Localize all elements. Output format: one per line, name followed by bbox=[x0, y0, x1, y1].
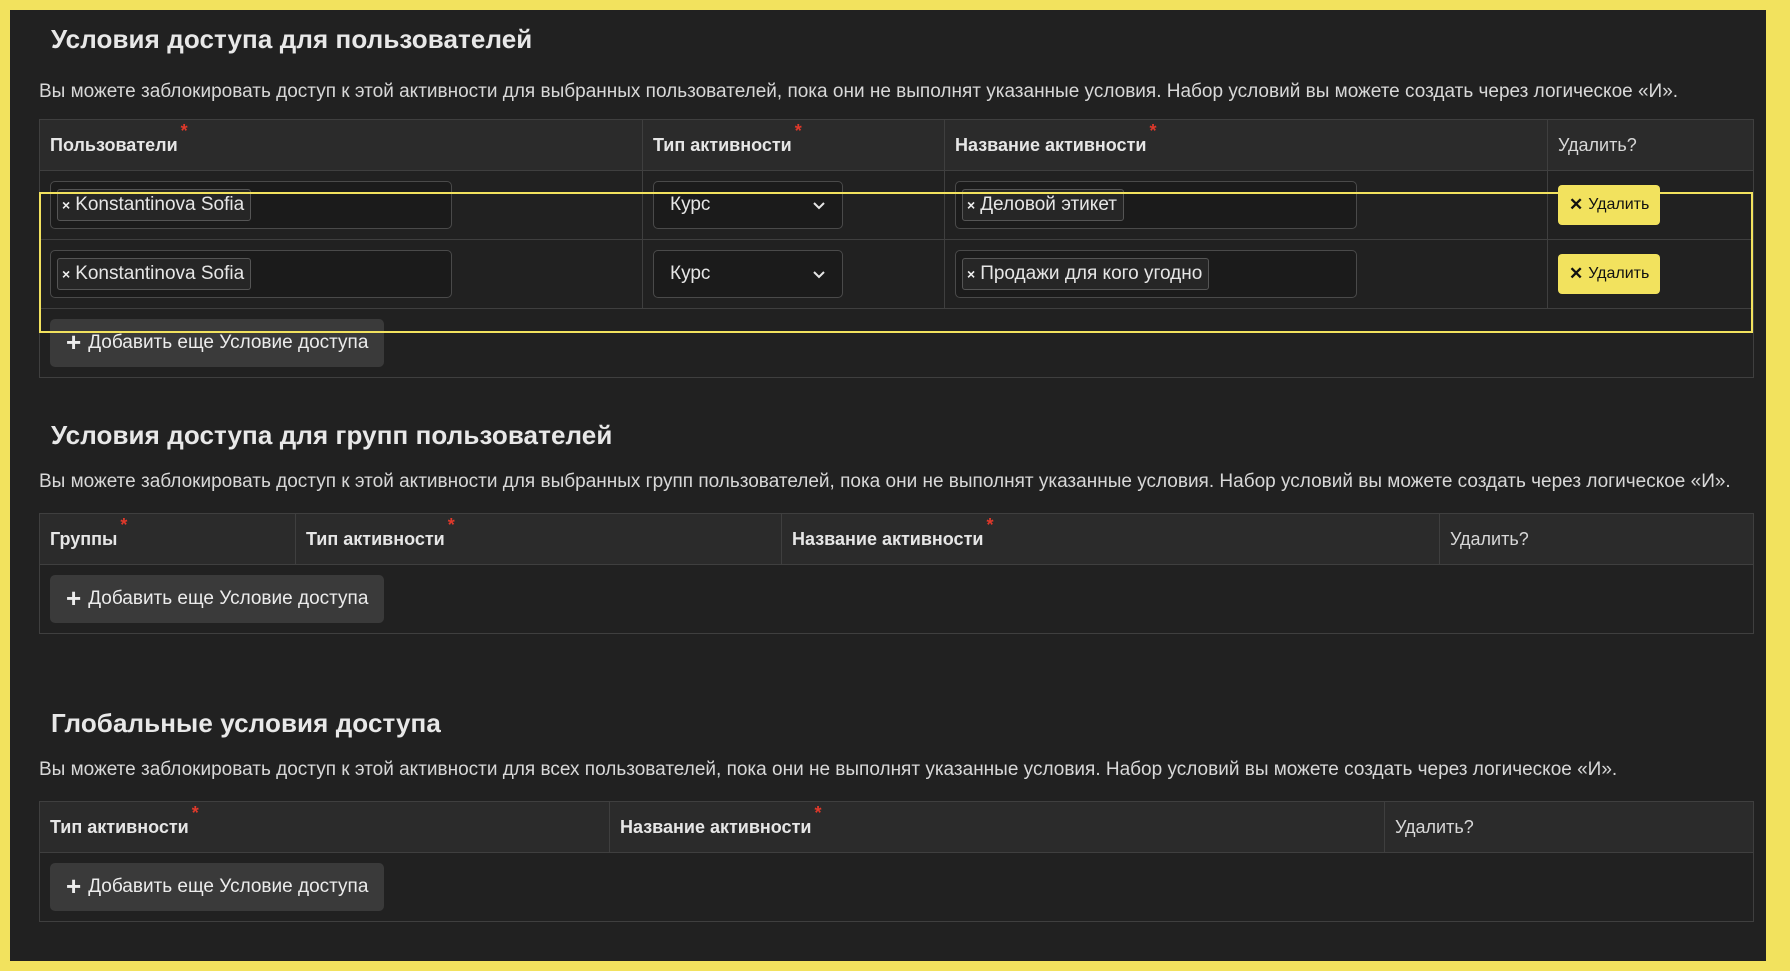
access-conditions-panel: Условия доступа для пользователей Вы мож… bbox=[10, 10, 1766, 961]
add-condition-button[interactable]: + Добавить еще Условие доступа bbox=[50, 863, 385, 911]
global-section-title: Глобальные условия доступа bbox=[51, 708, 441, 738]
delete-button[interactable]: ✕ Удалить bbox=[1558, 185, 1661, 225]
required-mark: * bbox=[814, 802, 822, 823]
activity-type-select[interactable]: Курс bbox=[653, 250, 843, 298]
global-conditions-table: Тип активности* Название активности* Уда… bbox=[39, 801, 1754, 922]
x-icon: ✕ bbox=[1569, 264, 1584, 283]
groups-conditions-table: Группы* Тип активности* Название активно… bbox=[39, 513, 1754, 634]
users-section-description: Вы можете заблокировать доступ к этой ак… bbox=[39, 81, 1679, 102]
column-activity-type: Тип активности* bbox=[642, 119, 945, 171]
chevron-down-icon bbox=[813, 271, 825, 279]
required-mark: * bbox=[447, 514, 455, 535]
x-icon[interactable]: × bbox=[967, 197, 975, 213]
user-tag: × Konstantinova Sofia bbox=[57, 258, 252, 290]
required-mark: * bbox=[120, 514, 128, 535]
plus-icon: + bbox=[66, 583, 82, 613]
activity-type-select[interactable]: Курс bbox=[653, 181, 843, 229]
users-conditions-section: Условия доступа для пользователей Вы мож… bbox=[39, 24, 1754, 378]
table-row: × Konstantinova Sofia Курс × Деловой этике… bbox=[39, 170, 1754, 240]
required-mark: * bbox=[180, 120, 188, 141]
global-conditions-section: Глобальные условия доступа Вы можете заб… bbox=[39, 708, 1754, 922]
column-delete: Удалить? bbox=[1547, 119, 1754, 171]
users-select[interactable]: × Konstantinova Sofia bbox=[50, 250, 452, 298]
required-mark: * bbox=[986, 514, 994, 535]
groups-conditions-section: Условия доступа для групп пользователей … bbox=[39, 420, 1754, 634]
column-users: Пользователи* bbox=[39, 119, 643, 171]
column-activity-type: Тип активности* bbox=[39, 801, 610, 853]
groups-section-title: Условия доступа для групп пользователей bbox=[51, 420, 613, 450]
activity-name-select[interactable]: × Деловой этикет bbox=[955, 181, 1357, 229]
column-activity-name: Название активности* bbox=[609, 801, 1385, 853]
users-select[interactable]: × Konstantinova Sofia bbox=[50, 181, 452, 229]
column-activity-name: Название активности* bbox=[781, 513, 1440, 565]
required-mark: * bbox=[794, 120, 802, 141]
x-icon: ✕ bbox=[1569, 195, 1584, 214]
column-groups: Группы* bbox=[39, 513, 296, 565]
activity-name-select[interactable]: × Продажи для кого угодно bbox=[955, 250, 1357, 298]
delete-button[interactable]: ✕ Удалить bbox=[1558, 254, 1661, 294]
table-row: × Konstantinova Sofia Курс × Продажи для к… bbox=[39, 239, 1754, 309]
plus-icon: + bbox=[66, 871, 82, 901]
global-section-description: Вы можете заблокировать доступ к этой ак… bbox=[39, 759, 1618, 780]
groups-section-description: Вы можете заблокировать доступ к этой ак… bbox=[39, 471, 1731, 492]
column-activity-type: Тип активности* bbox=[295, 513, 782, 565]
plus-icon: + bbox=[66, 327, 82, 357]
activity-tag: × Продажи для кого угодно bbox=[962, 258, 1210, 290]
users-section-title: Условия доступа для пользователей bbox=[51, 24, 533, 54]
add-condition-button[interactable]: + Добавить еще Условие доступа bbox=[50, 319, 385, 367]
column-delete: Удалить? bbox=[1439, 513, 1754, 565]
user-tag: × Konstantinova Sofia bbox=[57, 189, 252, 221]
chevron-down-icon bbox=[813, 202, 825, 210]
x-icon[interactable]: × bbox=[62, 266, 70, 282]
add-condition-button[interactable]: + Добавить еще Условие доступа bbox=[50, 575, 385, 623]
x-icon[interactable]: × bbox=[62, 197, 70, 213]
users-conditions-table: Пользователи* Тип активности* Название а… bbox=[39, 119, 1754, 378]
activity-tag: × Деловой этикет bbox=[962, 189, 1124, 221]
required-mark: * bbox=[1149, 120, 1157, 141]
required-mark: * bbox=[191, 802, 199, 823]
x-icon[interactable]: × bbox=[967, 266, 975, 282]
column-delete: Удалить? bbox=[1384, 801, 1754, 853]
column-activity-name: Название активности* bbox=[944, 119, 1548, 171]
